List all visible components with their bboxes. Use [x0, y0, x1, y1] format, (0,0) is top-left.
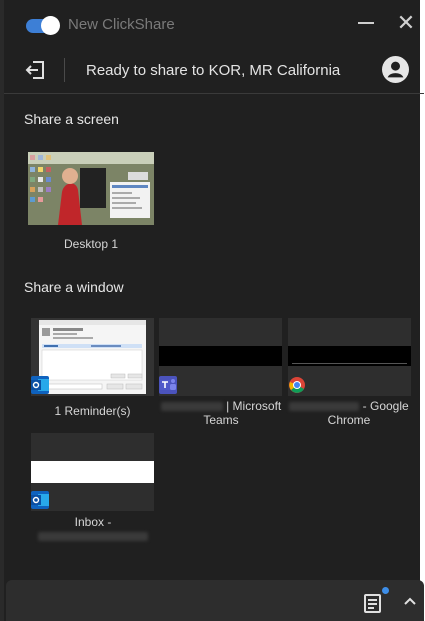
window-teams-label-suffix: | Microsoft: [226, 399, 282, 413]
teams-preview: [159, 346, 282, 366]
bottom-bar: [6, 580, 424, 621]
window-teams-label-line2: Teams: [203, 413, 239, 427]
inbox-preview: [31, 461, 154, 483]
outlook-icon: [31, 491, 49, 509]
titlebar: New ClickShare ✕: [4, 0, 424, 46]
minimize-icon: [358, 22, 374, 24]
redacted-text: [289, 402, 360, 412]
divider: [64, 58, 65, 82]
outlook-icon: [31, 376, 49, 394]
teams-icon: [159, 376, 177, 394]
share-screen-heading: Share a screen: [24, 111, 119, 127]
exit-icon[interactable]: [24, 58, 48, 82]
chrome-icon: [288, 376, 306, 394]
desktop-1-label: Desktop 1: [63, 237, 119, 251]
window-chrome-label-suffix: - Google: [362, 399, 409, 413]
window-inbox-thumbnail[interactable]: [31, 433, 154, 511]
status-bar: Ready to share to KOR, MR California: [4, 46, 424, 94]
window-reminders-label: 1 Reminder(s): [54, 404, 131, 418]
status-text: Ready to share to KOR, MR California: [86, 62, 341, 79]
close-icon: ✕: [396, 10, 416, 35]
window-teams-label: | Microsoft Teams: [156, 399, 286, 427]
share-toggle[interactable]: [26, 16, 60, 35]
desktop-preview: [28, 152, 154, 225]
clickshare-window: New ClickShare ✕ Ready to share to KOR, …: [0, 0, 424, 621]
desktop-1-thumbnail[interactable]: [28, 152, 154, 225]
toggle-knob: [41, 16, 60, 35]
reminders-preview: [39, 320, 146, 394]
notification-dot: [382, 587, 389, 594]
app-title: New ClickShare: [68, 16, 175, 33]
window-reminders-thumbnail[interactable]: [31, 318, 154, 396]
notes-icon[interactable]: [362, 592, 384, 614]
redacted-text: [160, 402, 223, 412]
redacted-text: [38, 532, 148, 542]
chevron-up-icon[interactable]: [402, 594, 418, 608]
window-chrome-label-line2: Chrome: [327, 413, 371, 427]
window-inbox-label: Inbox -: [28, 515, 158, 543]
chrome-preview: [288, 346, 411, 366]
window-chrome-thumbnail[interactable]: [288, 318, 411, 396]
share-window-heading: Share a window: [24, 279, 124, 295]
chrome-preview-bar: [292, 346, 407, 364]
account-icon[interactable]: [382, 56, 409, 83]
window-inbox-label-text: Inbox -: [74, 515, 112, 529]
window-teams-thumbnail[interactable]: [159, 318, 282, 396]
close-button[interactable]: ✕: [396, 12, 416, 34]
window-chrome-label: - Google Chrome: [284, 399, 414, 427]
minimize-button[interactable]: [356, 12, 376, 32]
